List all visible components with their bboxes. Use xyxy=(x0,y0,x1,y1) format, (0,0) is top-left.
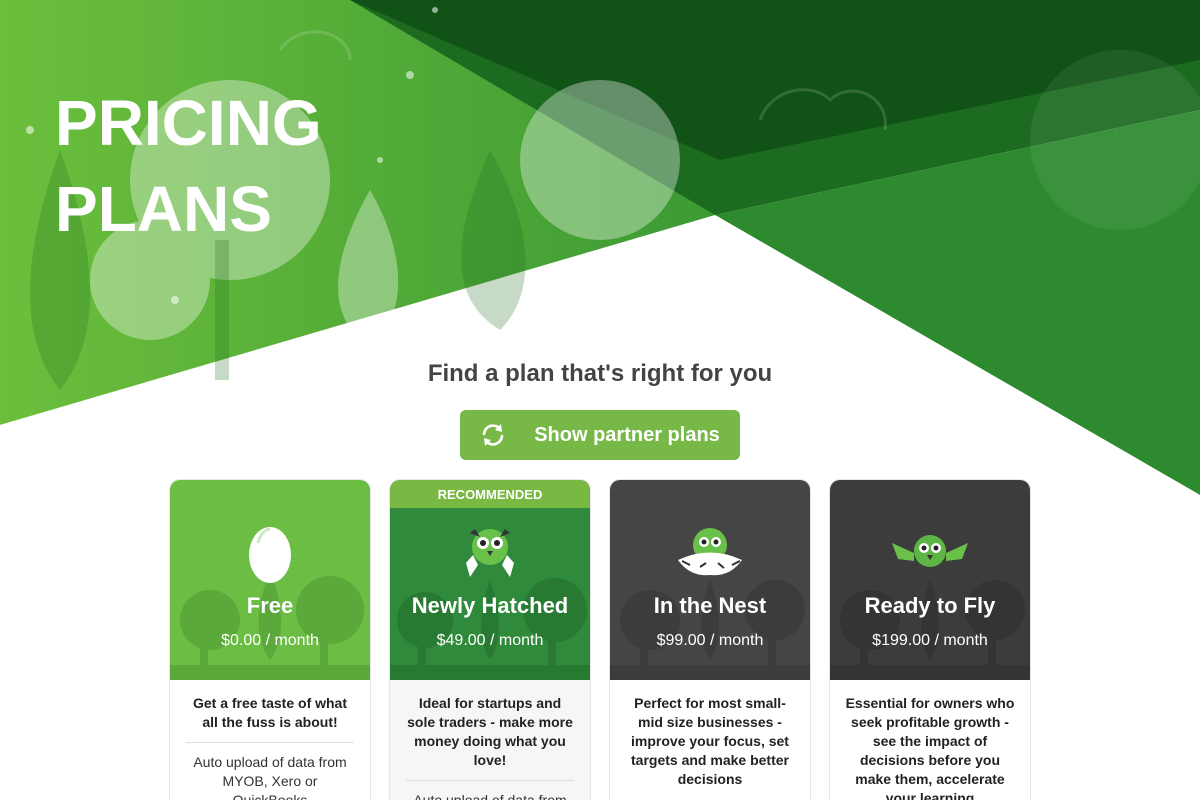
plan-name: In the Nest xyxy=(653,593,767,618)
plan-card-in-the-nest[interactable]: In the Nest $99.00 / month Perfect for m… xyxy=(610,480,810,800)
plan-price: $49.00 / month xyxy=(436,632,544,649)
plan-card-newly-hatched[interactable]: RECOMMENDED Newly Hatched $49.00 / month… xyxy=(390,480,590,800)
plan-name: Newly Hatched xyxy=(411,593,569,618)
plan-price: $0.00 / month xyxy=(221,632,319,649)
hatched-chick-icon xyxy=(466,529,514,577)
plan-name: Free xyxy=(246,593,294,618)
plan-card-body: Ideal for startups and sole traders - ma… xyxy=(390,680,590,800)
plan-description: Essential for owners who seek profitable… xyxy=(845,695,1015,800)
show-partner-plans-label: Show partner plans xyxy=(534,423,720,446)
plan-card-header: Ready to Fly $199.00 / month xyxy=(830,480,1030,680)
plan-card-body: Essential for owners who seek profitable… xyxy=(830,680,1030,800)
divider xyxy=(406,780,574,781)
pricing-cards: Free $0.00 / month Get a free taste of w… xyxy=(170,480,1030,800)
recommended-badge: RECOMMENDED xyxy=(390,480,590,508)
egg-icon xyxy=(249,527,291,583)
flying-bird-icon xyxy=(892,535,968,567)
plan-price: $199.00 / month xyxy=(872,632,988,649)
show-partner-plans-button[interactable]: Show partner plans xyxy=(460,410,740,460)
page-title-line-1: PRICING xyxy=(55,87,322,159)
plan-card-body: Get a free taste of what all the fuss is… xyxy=(170,680,370,800)
plan-card-free[interactable]: Free $0.00 / month Get a free taste of w… xyxy=(170,480,370,800)
plan-card-header: Newly Hatched $49.00 / month xyxy=(390,480,590,680)
plan-card-header: In the Nest $99.00 / month xyxy=(610,480,810,680)
page-title: PRICING PLANS xyxy=(55,80,322,252)
refresh-icon xyxy=(482,424,504,446)
plan-feature: Auto upload of data from MYOB, Xero or Q… xyxy=(193,754,347,800)
page-title-line-2: PLANS xyxy=(55,173,272,245)
plan-card-body: Perfect for most small-mid size business… xyxy=(610,680,810,789)
section-subtitle: Find a plan that's right for you xyxy=(427,360,773,387)
plan-card-header: Free $0.00 / month xyxy=(170,480,370,680)
divider xyxy=(186,742,354,743)
nest-chick-icon xyxy=(678,528,742,576)
plan-card-ready-to-fly[interactable]: Ready to Fly $199.00 / month Essential f… xyxy=(830,480,1030,800)
plan-price: $99.00 / month xyxy=(656,632,764,649)
plan-description: Get a free taste of what all the fuss is… xyxy=(192,695,348,730)
plan-description: Ideal for startups and sole traders - ma… xyxy=(407,695,573,768)
plan-feature: Auto upload of data from xyxy=(413,792,567,800)
plan-description: Perfect for most small-mid size business… xyxy=(631,695,789,787)
plan-name: Ready to Fly xyxy=(864,593,996,618)
